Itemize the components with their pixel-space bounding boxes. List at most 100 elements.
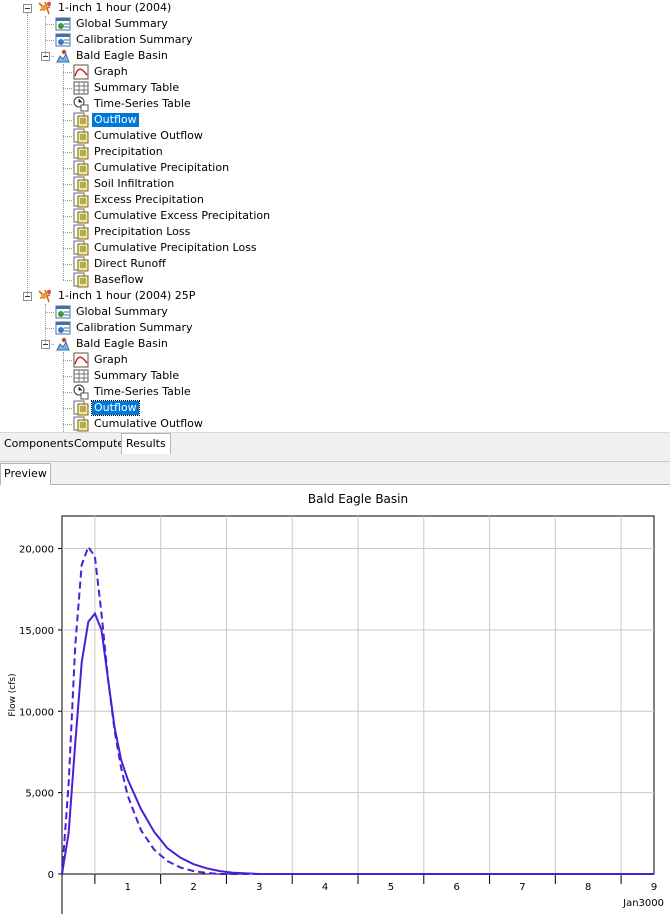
y-tick-label: 5,000 xyxy=(25,789,54,800)
y-tick-label: 0 xyxy=(48,870,54,881)
preview-tabs: Preview xyxy=(0,462,670,485)
x-tick-label: 8 xyxy=(585,882,591,893)
tree-node-label: Cumulative Precipitation xyxy=(94,161,230,174)
chart-title: Bald Eagle Basin xyxy=(308,492,408,506)
x-axis-label: Jan3000 xyxy=(622,898,664,909)
x-tick-label: 2 xyxy=(190,882,196,893)
tree-node-label: Cumulative Precipitation Loss xyxy=(94,241,257,254)
tree-node-calibration-summary[interactable]: Calibration Summary xyxy=(55,32,195,48)
summary-table-icon xyxy=(73,368,89,384)
tree-node-soil-infiltration[interactable]: Soil Infiltration xyxy=(73,176,176,192)
global-summary-icon xyxy=(55,16,71,32)
result-icon xyxy=(73,240,89,256)
tree-node-global-summary[interactable]: Global Summary xyxy=(55,304,170,320)
y-tick-label: 10,000 xyxy=(19,707,54,718)
tree-node-cumulative-precipitation[interactable]: Cumulative Precipitation xyxy=(73,160,231,176)
tree-node-1-inch-1-hour-2004-[interactable]: 1-inch 1 hour (2004) xyxy=(37,0,173,16)
tree-node-label: Calibration Summary xyxy=(76,321,193,334)
result-icon xyxy=(73,128,89,144)
tree-node-time-series-table[interactable]: Time-Series Table xyxy=(73,384,193,400)
tree-node-outflow[interactable]: Outflow xyxy=(73,400,140,416)
component-tabs: Components Compute Results xyxy=(0,432,670,455)
tree-node-label: Direct Runoff xyxy=(94,257,166,270)
result-icon xyxy=(73,256,89,272)
result-icon xyxy=(73,224,89,240)
tree-node-label: Baseflow xyxy=(94,273,144,286)
tree-node-bald-eagle-basin[interactable]: Bald Eagle Basin xyxy=(55,336,170,352)
result-icon xyxy=(73,416,89,432)
tree-node-label: 1-inch 1 hour (2004) xyxy=(58,1,172,14)
tree-node-label: Precipitation Loss xyxy=(94,225,191,238)
graph-icon xyxy=(73,352,89,368)
y-axis-label: Flow (cfs) xyxy=(8,673,18,716)
tab-preview[interactable]: Preview xyxy=(0,463,51,485)
tree-node-label: Cumulative Outflow xyxy=(94,417,203,430)
x-tick-label: 4 xyxy=(322,882,328,893)
tree-node-cumulative-outflow[interactable]: Cumulative Outflow xyxy=(73,128,205,144)
tree-node-baseflow[interactable]: Baseflow xyxy=(73,272,145,288)
tree-node-precipitation-loss[interactable]: Precipitation Loss xyxy=(73,224,192,240)
x-tick-label: 7 xyxy=(519,882,525,893)
tree-node-time-series-table[interactable]: Time-Series Table xyxy=(73,96,193,112)
preview-chart-panel: Bald Eagle Basin 0 5,000 10,000 15,000 20,000… xyxy=(0,485,670,916)
tree-node-excess-precipitation[interactable]: Excess Precipitation xyxy=(73,192,206,208)
basin-icon xyxy=(55,336,71,352)
y-tick-label: 20,000 xyxy=(19,545,54,556)
tree-node-label: Summary Table xyxy=(94,81,180,94)
tree-node-graph[interactable]: Graph xyxy=(73,352,130,368)
tree-node-label: Bald Eagle Basin xyxy=(76,49,168,62)
result-icon xyxy=(73,272,89,288)
x-tick-label: 6 xyxy=(453,882,459,893)
result-icon xyxy=(73,160,89,176)
x-tick-label: 9 xyxy=(651,882,657,893)
results-tree[interactable]: 1-inch 1 hour (2004) Global Summary Calibr… xyxy=(0,0,670,432)
tree-node-cumulative-excess-precipitation[interactable]: Cumulative Excess Precipitation xyxy=(73,208,272,224)
result-icon xyxy=(73,208,89,224)
tree-node-1-inch-1-hour-2004-25p[interactable]: 1-inch 1 hour (2004) 25P xyxy=(37,288,197,304)
tree-node-label: Graph xyxy=(94,353,128,366)
tree-node-label: Time-Series Table xyxy=(94,97,191,110)
x-tick-label: 3 xyxy=(256,882,262,893)
tree-node-global-summary[interactable]: Global Summary xyxy=(55,16,170,32)
tree-node-cumulative-outflow[interactable]: Cumulative Outflow xyxy=(73,416,205,432)
x-tick-label: 1 xyxy=(125,882,131,893)
result-icon xyxy=(73,144,89,160)
tree-node-precipitation[interactable]: Precipitation xyxy=(73,144,165,160)
tree-node-graph[interactable]: Graph xyxy=(73,64,130,80)
tree-node-label: Cumulative Excess Precipitation xyxy=(94,209,271,222)
tree-node-label: Graph xyxy=(94,65,128,78)
tab-results[interactable]: Results xyxy=(121,433,171,455)
graph-icon xyxy=(73,64,89,80)
tree-node-summary-table[interactable]: Summary Table xyxy=(73,80,181,96)
summary-table-icon xyxy=(73,80,89,96)
tree-node-calibration-summary[interactable]: Calibration Summary xyxy=(55,320,195,336)
basin-icon xyxy=(55,48,71,64)
tree-node-label: Precipitation xyxy=(94,145,163,158)
tree-node-cumulative-precipitation-loss[interactable]: Cumulative Precipitation Loss xyxy=(73,240,259,256)
result-icon xyxy=(73,176,89,192)
flow-chart: Bald Eagle Basin 0 5,000 10,000 15,000 20,000… xyxy=(8,492,664,914)
tree-node-label: Global Summary xyxy=(76,17,168,30)
tree-node-label: Global Summary xyxy=(76,305,168,318)
x-tick-label: 5 xyxy=(388,882,394,893)
result-icon xyxy=(73,112,89,128)
tab-compute[interactable]: Compute xyxy=(70,434,128,453)
tree-node-summary-table[interactable]: Summary Table xyxy=(73,368,181,384)
tree-node-direct-runoff[interactable]: Direct Runoff xyxy=(73,256,168,272)
splitter[interactable] xyxy=(0,454,670,462)
time-series-icon xyxy=(73,384,89,400)
tab-components[interactable]: Components xyxy=(0,434,78,453)
run-icon xyxy=(37,0,53,16)
y-tick-label: 15,000 xyxy=(19,626,54,637)
tree-node-label: Summary Table xyxy=(94,369,180,382)
global-summary-icon xyxy=(55,304,71,320)
tree-node-outflow[interactable]: Outflow xyxy=(73,112,139,128)
tree-node-label: Calibration Summary xyxy=(76,33,193,46)
result-icon xyxy=(73,192,89,208)
tree-node-label: Bald Eagle Basin xyxy=(76,337,168,350)
tree-node-label: Cumulative Outflow xyxy=(94,129,203,142)
tree-node-label: Outflow xyxy=(92,113,139,127)
tree-node-bald-eagle-basin[interactable]: Bald Eagle Basin xyxy=(55,48,170,64)
tree-node-label: Time-Series Table xyxy=(94,385,191,398)
result-icon xyxy=(73,400,89,416)
